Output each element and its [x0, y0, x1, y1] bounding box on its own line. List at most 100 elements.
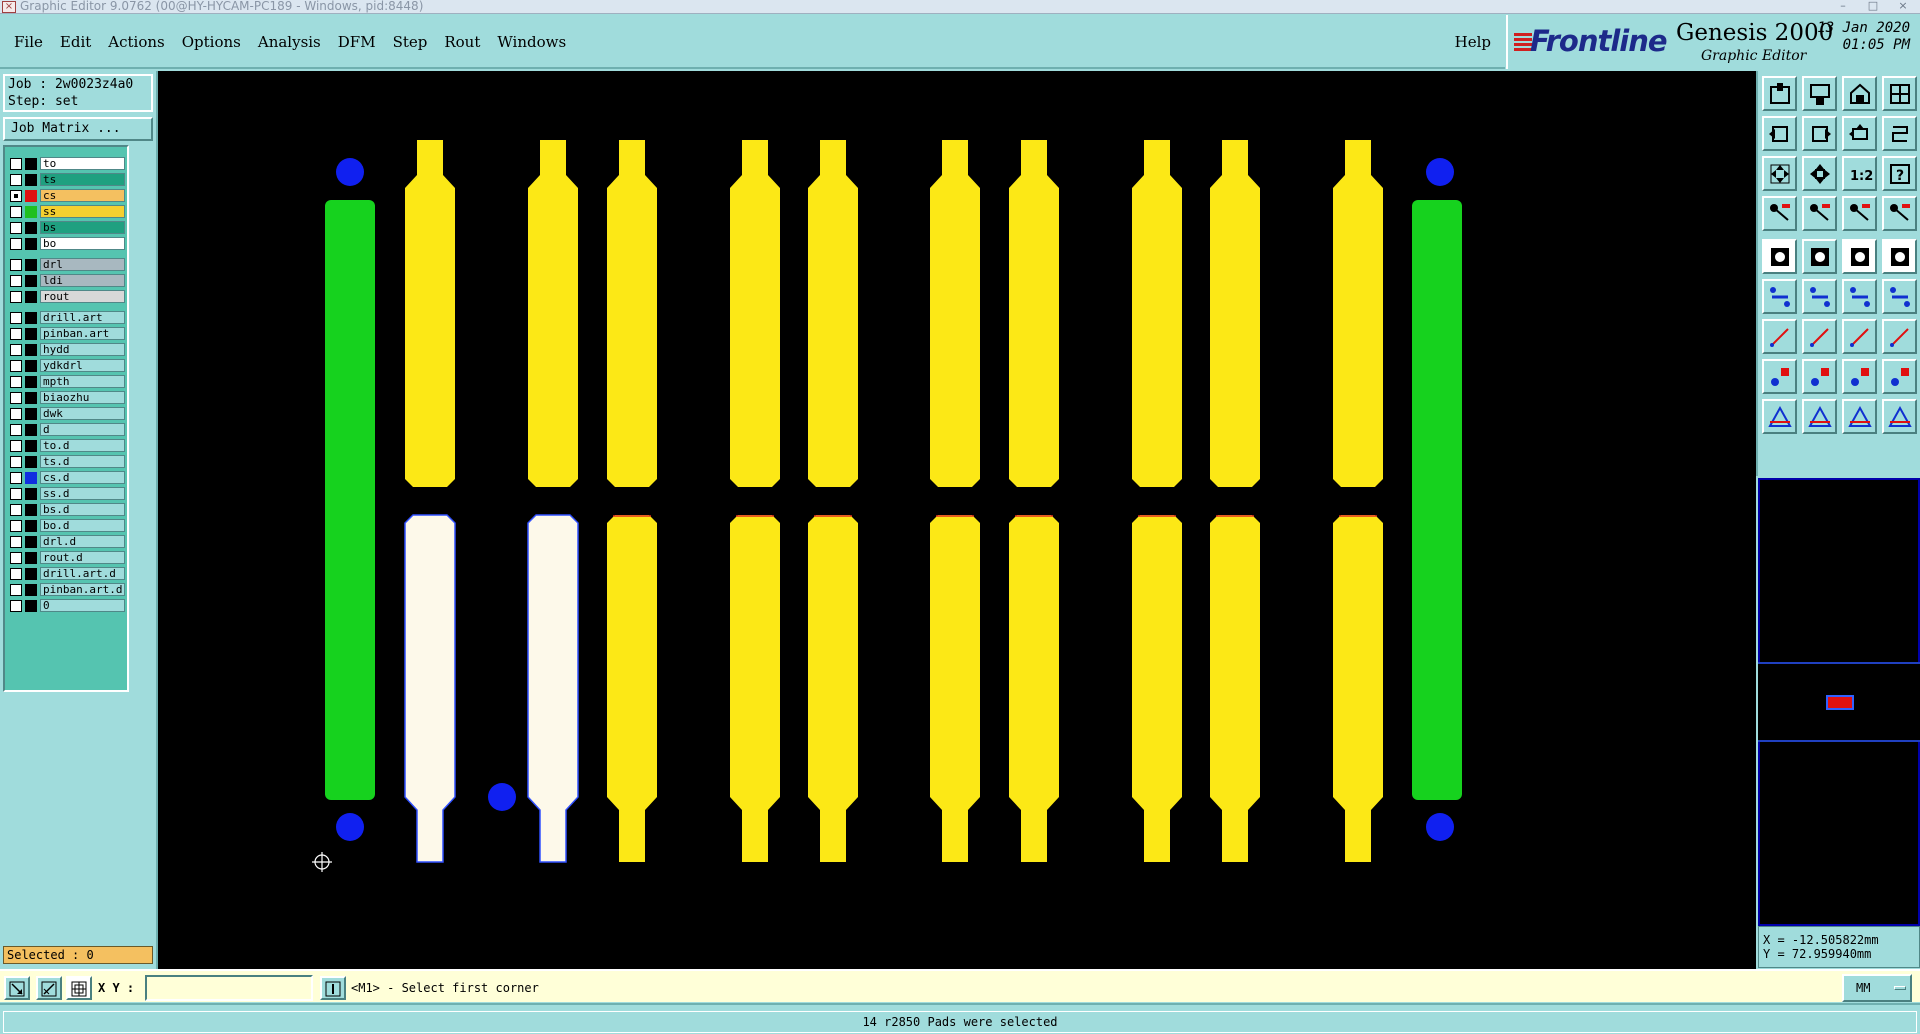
fiducial-dot-5[interactable]: [488, 783, 516, 811]
pad-bottom-8[interactable]: [1132, 515, 1182, 862]
layer-checkbox[interactable]: [10, 391, 22, 404]
layer-name[interactable]: hydd: [40, 343, 125, 356]
layer-display-swatch[interactable]: [25, 599, 37, 612]
pointer-box-button[interactable]: [1802, 399, 1837, 434]
layer-row-0[interactable]: 0: [10, 599, 125, 612]
zoom-box-button[interactable]: [4, 976, 30, 1000]
layer-row-bs-d[interactable]: bs.d: [10, 503, 125, 516]
pad-bottom-10[interactable]: [1333, 515, 1383, 862]
layer-name[interactable]: pinban.art: [40, 327, 125, 340]
ratio-button[interactable]: [1882, 116, 1917, 151]
cut-button[interactable]: [1802, 279, 1837, 314]
layer-row-pinban-art[interactable]: pinban.art: [10, 327, 125, 340]
layer-display-swatch[interactable]: [25, 503, 37, 516]
edit-line-button[interactable]: [1762, 279, 1797, 314]
pad-top-1[interactable]: [405, 140, 455, 487]
layer-checkbox[interactable]: [10, 343, 22, 356]
menu-file[interactable]: File: [14, 33, 43, 51]
layer-row-bo-d[interactable]: bo.d: [10, 519, 125, 532]
layer-display-swatch[interactable]: [25, 311, 37, 324]
layer-name[interactable]: mpth: [40, 375, 125, 388]
add-pad-button[interactable]: [1802, 239, 1837, 274]
layer-row-ss-d[interactable]: ss.d: [10, 487, 125, 500]
mirror-button[interactable]: [1882, 279, 1917, 314]
layer-display-swatch[interactable]: [25, 567, 37, 580]
layer-row-drill-art-d[interactable]: drill.art.d: [10, 567, 125, 580]
layer-row-cs-d[interactable]: cs.d: [10, 471, 125, 484]
pad-bottom-1[interactable]: [404, 514, 456, 863]
layer-display-swatch[interactable]: [25, 583, 37, 596]
layer-name[interactable]: bs: [40, 221, 125, 234]
layer-name[interactable]: d: [40, 423, 125, 436]
layer-checkbox[interactable]: [10, 311, 22, 324]
layer-name[interactable]: bo: [40, 237, 125, 250]
layer-name[interactable]: bo.d: [40, 519, 125, 532]
pointer-net-button[interactable]: [1842, 399, 1877, 434]
layer-checkbox[interactable]: [10, 258, 22, 271]
measure-button[interactable]: 1:2: [1842, 156, 1877, 191]
layer-checkbox[interactable]: [10, 327, 22, 340]
menu-edit[interactable]: Edit: [60, 33, 91, 51]
dot-button[interactable]: [1882, 196, 1917, 231]
pad-bottom-6[interactable]: [930, 515, 980, 862]
layer-checkbox[interactable]: [10, 221, 22, 234]
layer-name[interactable]: drl.d: [40, 535, 125, 548]
window-button[interactable]: [1842, 76, 1877, 111]
layer-checkbox[interactable]: [10, 274, 22, 287]
layer-checkbox[interactable]: [10, 471, 22, 484]
close-button[interactable]: ×: [1890, 0, 1916, 13]
fiducial-dot-4[interactable]: [1426, 813, 1454, 841]
layer-display-swatch[interactable]: [25, 519, 37, 532]
layer-display-swatch[interactable]: [25, 551, 37, 564]
pad-bottom-5[interactable]: [808, 515, 858, 862]
layer-name[interactable]: to: [40, 157, 125, 170]
undo-button[interactable]: [1762, 116, 1797, 151]
pad-top-8[interactable]: [1132, 140, 1182, 487]
pad-top-9[interactable]: [1210, 140, 1260, 487]
pointer-multi-button[interactable]: [1882, 399, 1917, 434]
layer-checkbox[interactable]: [10, 375, 22, 388]
zoom-button[interactable]: [1802, 76, 1837, 111]
layer-display-swatch[interactable]: [25, 359, 37, 372]
layer-name[interactable]: cs.d: [40, 471, 125, 484]
arc-button[interactable]: [1842, 279, 1877, 314]
pad-bottom-4[interactable]: [730, 515, 780, 862]
scale-button[interactable]: [1882, 319, 1917, 354]
pad-top-2[interactable]: [528, 140, 578, 487]
menu-step[interactable]: Step: [393, 33, 428, 51]
layer-display-swatch[interactable]: [25, 290, 37, 303]
angle-button[interactable]: [1802, 359, 1837, 394]
layer-display-swatch[interactable]: [25, 343, 37, 356]
layer-name[interactable]: ydkdrl: [40, 359, 125, 372]
layer-row-biaozhu[interactable]: biaozhu: [10, 391, 125, 404]
layer-name[interactable]: 0: [40, 599, 125, 612]
fillet-button[interactable]: [1762, 359, 1797, 394]
layer-display-swatch[interactable]: [25, 327, 37, 340]
home-button[interactable]: [1762, 76, 1797, 111]
units-select[interactable]: MM: [1842, 974, 1912, 1002]
layer-display-swatch[interactable]: [25, 439, 37, 452]
layer-checkbox[interactable]: [10, 359, 22, 372]
layer-display-swatch[interactable]: [25, 487, 37, 500]
layer-name[interactable]: drl: [40, 258, 125, 271]
layer-checkbox[interactable]: [10, 551, 22, 564]
layer-name[interactable]: rout: [40, 290, 125, 303]
layer-display-swatch[interactable]: [25, 258, 37, 271]
layer-row-to[interactable]: to: [10, 157, 125, 170]
layer-display-swatch[interactable]: [25, 535, 37, 548]
layer-row-rout[interactable]: rout: [10, 290, 125, 303]
shape-button[interactable]: [1802, 196, 1837, 231]
layer-row-dwk[interactable]: dwk: [10, 407, 125, 420]
layer-display-swatch[interactable]: [25, 173, 37, 186]
add-line-button[interactable]: [1762, 239, 1797, 274]
layer-name[interactable]: ss.d: [40, 487, 125, 500]
graphic-canvas[interactable]: [158, 71, 1756, 969]
layer-checkbox[interactable]: [10, 157, 22, 170]
layer-row-pinban-art-d[interactable]: pinban.art.d: [10, 583, 125, 596]
minimap[interactable]: [1758, 662, 1920, 742]
menu-windows[interactable]: Windows: [497, 33, 566, 51]
pad-top-5[interactable]: [808, 140, 858, 487]
layer-row-drl[interactable]: drl: [10, 258, 125, 271]
layer-name[interactable]: cs: [40, 189, 125, 202]
minimap-viewport[interactable]: [1826, 695, 1854, 710]
